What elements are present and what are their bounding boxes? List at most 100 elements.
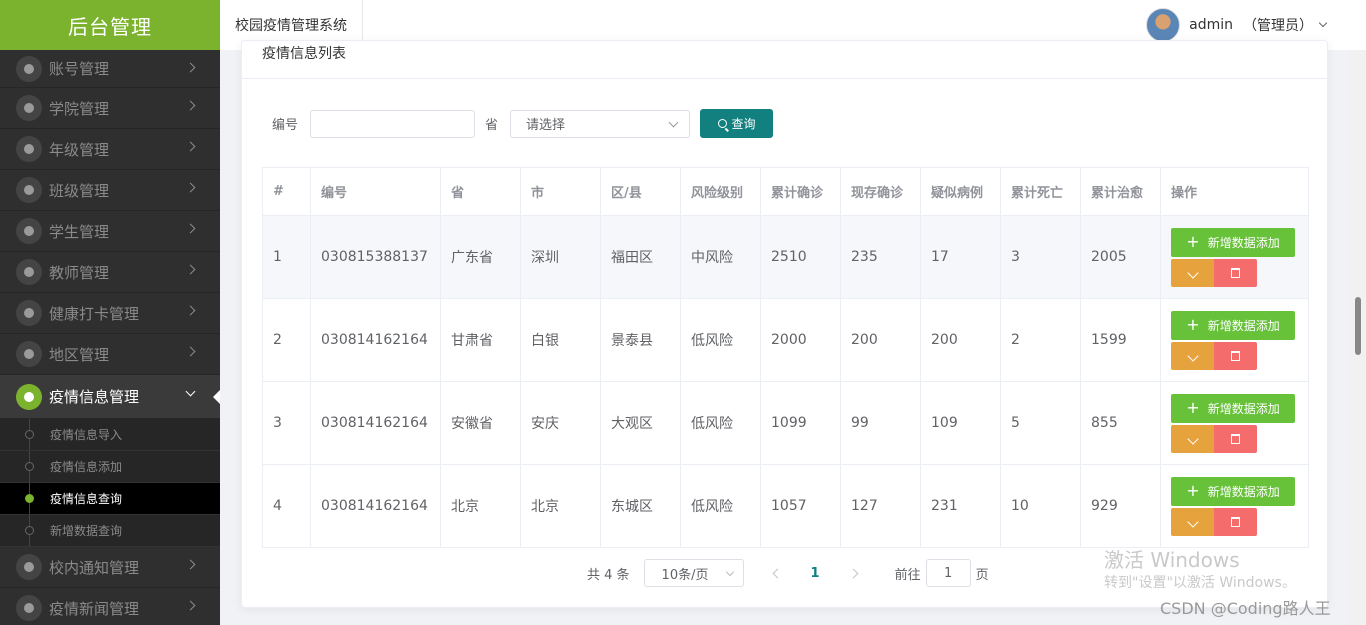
chevron-down-icon bbox=[725, 567, 734, 577]
column-header: 风险级别 bbox=[680, 167, 761, 216]
sidebar-subitem-add[interactable]: 疫情信息添加 bbox=[0, 451, 220, 483]
table-cell: 2510 bbox=[760, 215, 841, 299]
chevron-right-icon bbox=[185, 100, 196, 111]
username: admin bbox=[1189, 17, 1233, 33]
query-button[interactable]: 查询 bbox=[700, 109, 774, 138]
table-cell: 929 bbox=[1080, 464, 1161, 548]
table-cell: 030814162164 bbox=[310, 464, 441, 548]
query-button-label: 查询 bbox=[731, 117, 756, 131]
sidebar-item-colleges[interactable]: 学院管理 bbox=[0, 88, 220, 129]
user-menu[interactable]: admin （管理员） bbox=[1146, 8, 1328, 42]
sidebar-item-label: 教师管理 bbox=[49, 263, 110, 282]
sidebar-subitem-import[interactable]: 疫情信息导入 bbox=[0, 419, 220, 451]
table-cell: 855 bbox=[1080, 381, 1161, 465]
sidebar-item-campus-notice[interactable]: 校内通知管理 bbox=[0, 547, 220, 588]
chevron-right-icon bbox=[185, 600, 196, 611]
code-input[interactable] bbox=[310, 109, 476, 138]
active-indicator bbox=[213, 390, 220, 404]
delete-button[interactable] bbox=[1214, 507, 1257, 536]
sidebar-item-health-checkin[interactable]: 健康打卡管理 bbox=[0, 293, 220, 334]
sidebar-item-label: 疫情新闻管理 bbox=[49, 599, 140, 618]
sidebar-subitem-label: 疫情信息添加 bbox=[50, 460, 123, 474]
page-scrollbar[interactable] bbox=[1349, 50, 1366, 625]
sidebar-subitem-query[interactable]: 疫情信息查询 bbox=[0, 483, 220, 515]
search-bar: 编号 省 请选择 查询 bbox=[272, 109, 774, 138]
sidebar-item-epidemic-info[interactable]: 疫情信息管理 bbox=[0, 375, 220, 419]
sidebar-subitem-new-data[interactable]: 新增数据查询 bbox=[0, 515, 220, 547]
table-cell: 200 bbox=[840, 298, 921, 382]
table-cell: 安徽省 bbox=[440, 381, 521, 465]
table-cell: 低风险 bbox=[680, 381, 761, 465]
page-size-select[interactable]: 10条/页 bbox=[643, 559, 744, 587]
province-select[interactable]: 请选择 bbox=[510, 109, 691, 138]
table-cell: 深圳 bbox=[520, 215, 601, 299]
table-cell: 东城区 bbox=[600, 464, 681, 548]
delete-button[interactable] bbox=[1214, 258, 1257, 287]
edit-button[interactable] bbox=[1171, 258, 1214, 287]
delete-icon bbox=[1231, 516, 1240, 527]
sidebar-item-teachers[interactable]: 教师管理 bbox=[0, 252, 220, 293]
sidebar: 后台管理 账号管理 学院管理 年级管理 班级管理 学生管理 教师管理 健康打卡管… bbox=[0, 0, 220, 625]
sidebar-item-classes[interactable]: 班级管理 bbox=[0, 170, 220, 211]
sidebar-item-regions[interactable]: 地区管理 bbox=[0, 334, 220, 375]
chevron-right-icon bbox=[185, 223, 196, 234]
prev-page-button[interactable] bbox=[772, 568, 782, 578]
table-cell: 安庆 bbox=[520, 381, 601, 465]
menu-icon bbox=[16, 55, 42, 82]
add-data-button[interactable]: + 新增数据添加 bbox=[1171, 476, 1295, 506]
next-page-button[interactable] bbox=[848, 568, 859, 578]
edit-icon bbox=[1186, 266, 1199, 279]
card-title: 疫情信息列表 bbox=[262, 46, 346, 62]
brand-title: 后台管理 bbox=[0, 0, 220, 50]
page-unit-label: 页 bbox=[975, 567, 989, 583]
sidebar-item-label: 班级管理 bbox=[49, 181, 110, 200]
sidebar-subitem-label: 疫情信息导入 bbox=[50, 428, 123, 442]
sidebar-item-accounts[interactable]: 账号管理 bbox=[0, 50, 220, 88]
chevron-down-icon bbox=[668, 117, 679, 127]
add-data-button[interactable]: + 新增数据添加 bbox=[1171, 310, 1295, 340]
delete-icon bbox=[1231, 267, 1240, 278]
table-row: 4 030814162164 北京 北京 东城区 低风险 1057 127 23… bbox=[262, 464, 1309, 548]
chevron-down-icon bbox=[1318, 18, 1328, 28]
chevron-right-icon bbox=[185, 305, 196, 316]
table-cell: 2 bbox=[262, 298, 311, 382]
table-cell: 1099 bbox=[760, 381, 841, 465]
sidebar-menu: 账号管理 学院管理 年级管理 班级管理 学生管理 教师管理 健康打卡管理 地区管… bbox=[0, 50, 220, 625]
sidebar-item-students[interactable]: 学生管理 bbox=[0, 211, 220, 252]
epidemic-list-card: 疫情信息列表 编号 省 请选择 查询 # 编号 省 市 区/县 风险级别 累计确… bbox=[241, 40, 1328, 608]
page-number-current[interactable]: 1 bbox=[811, 566, 820, 581]
edit-button[interactable] bbox=[1171, 507, 1214, 536]
province-select-placeholder: 请选择 bbox=[526, 118, 566, 133]
edit-button[interactable] bbox=[1171, 424, 1214, 453]
sidebar-subitem-label: 新增数据查询 bbox=[50, 524, 123, 538]
windows-activation-title: 激活 Windows bbox=[1104, 548, 1240, 572]
sidebar-item-grades[interactable]: 年级管理 bbox=[0, 129, 220, 170]
table-cell: 2005 bbox=[1080, 215, 1161, 299]
table-cell: 大观区 bbox=[600, 381, 681, 465]
add-data-label: 新增数据添加 bbox=[1207, 484, 1280, 499]
table-cell: 北京 bbox=[520, 464, 601, 548]
delete-button[interactable] bbox=[1214, 341, 1257, 370]
menu-icon bbox=[16, 595, 42, 621]
table-cell: 231 bbox=[920, 464, 1001, 548]
add-data-button[interactable]: + 新增数据添加 bbox=[1171, 393, 1295, 423]
table-cell: 中风险 bbox=[680, 215, 761, 299]
sidebar-item-label: 地区管理 bbox=[49, 345, 110, 364]
table-cell: 5 bbox=[1000, 381, 1081, 465]
operations-cell: + 新增数据添加 bbox=[1160, 381, 1309, 465]
column-header: 省 bbox=[440, 167, 521, 216]
pagination: 共 4 条 10条/页 1 前往 1 页 bbox=[587, 559, 989, 587]
operations-cell: + 新增数据添加 bbox=[1160, 298, 1309, 382]
sidebar-item-epidemic-news[interactable]: 疫情新闻管理 bbox=[0, 588, 220, 625]
delete-button[interactable] bbox=[1214, 424, 1257, 453]
goto-label: 前往 bbox=[894, 567, 921, 583]
edit-button[interactable] bbox=[1171, 341, 1214, 370]
column-header: 区/县 bbox=[600, 167, 681, 216]
table-cell: 10 bbox=[1000, 464, 1081, 548]
menu-icon bbox=[16, 95, 42, 121]
scrollbar-thumb[interactable] bbox=[1355, 297, 1361, 355]
table-row: 3 030814162164 安徽省 安庆 大观区 低风险 1099 99 10… bbox=[262, 381, 1309, 465]
goto-page-input[interactable]: 1 bbox=[925, 559, 971, 587]
add-data-button[interactable]: + 新增数据添加 bbox=[1171, 227, 1295, 257]
table-cell: 4 bbox=[262, 464, 311, 548]
